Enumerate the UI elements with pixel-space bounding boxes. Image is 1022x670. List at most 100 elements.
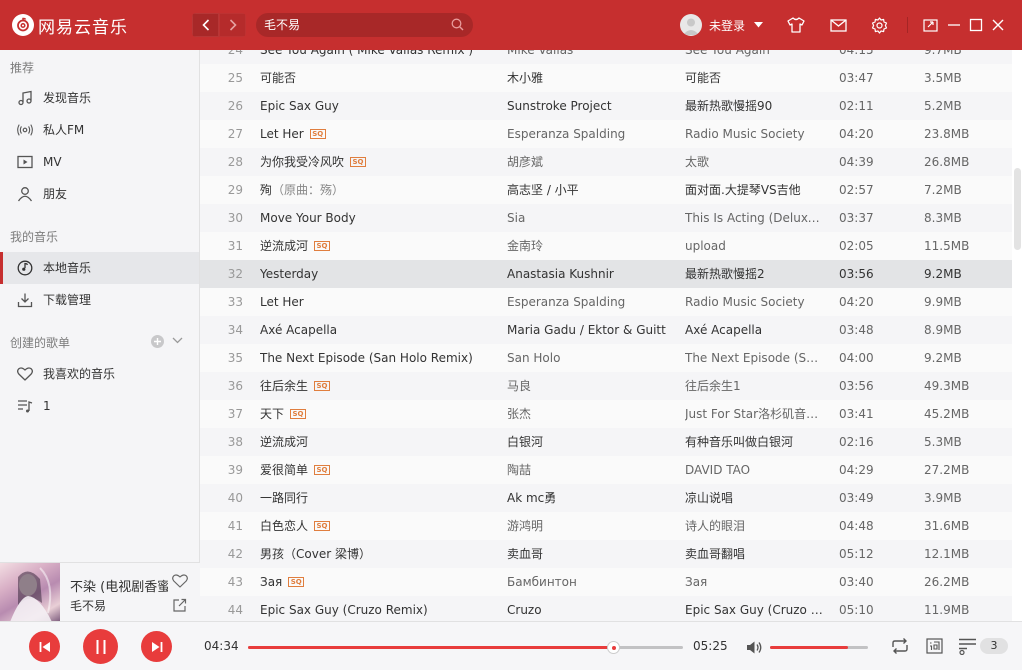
sidebar-item-local-music[interactable]: 本地音乐 bbox=[0, 252, 199, 284]
chevron-left-icon bbox=[201, 19, 209, 31]
playlist-queue-icon[interactable] bbox=[958, 636, 978, 656]
album-cover[interactable] bbox=[0, 563, 60, 622]
mini-mode-icon[interactable] bbox=[920, 15, 940, 35]
add-playlist-icon[interactable] bbox=[151, 335, 164, 348]
song-row[interactable]: 32 Yesterday Anastasia Kushnir 最新热歌慢摇2 03:56… bbox=[200, 260, 1012, 288]
song-title-cell: Move Your Body bbox=[260, 204, 500, 232]
song-title-cell: See You Again ( Mike Vallas Remix ) bbox=[260, 50, 500, 64]
song-title: Let Her bbox=[260, 295, 304, 309]
track-number: 43 bbox=[227, 575, 243, 589]
next-button[interactable] bbox=[141, 631, 172, 662]
song-row[interactable]: 28 为你我受冷风吹 SQ 胡彦斌 太歌 04:39 26.8MB bbox=[200, 148, 1012, 176]
song-row[interactable]: 41 白色恋人 SQ 游鸿明 诗人的眼泪 04:48 31.6MB bbox=[200, 512, 1012, 540]
share-icon[interactable] bbox=[173, 598, 187, 612]
song-file-size: 9.2MB bbox=[924, 351, 962, 365]
song-file-size: 11.9MB bbox=[924, 603, 970, 617]
song-title-note: （原曲：殇） bbox=[272, 183, 345, 197]
search-icon[interactable] bbox=[451, 18, 464, 34]
song-row[interactable]: 36 往后余生 SQ 马良 往后余生1 03:56 49.3MB bbox=[200, 372, 1012, 400]
close-icon[interactable] bbox=[988, 15, 1008, 35]
song-file-size: 12.1MB bbox=[924, 547, 970, 561]
song-duration: 04:39 bbox=[839, 155, 874, 169]
song-row[interactable]: 39 爱很简单 SQ 陶喆 DAVID TAO 04:29 27.2MB bbox=[200, 456, 1012, 484]
track-number: 32 bbox=[227, 267, 243, 281]
song-title-cell: 男孩（Cover 梁博） bbox=[260, 540, 500, 568]
login-status[interactable]: 未登录 bbox=[709, 17, 745, 34]
song-file-size: 27.2MB bbox=[924, 463, 970, 477]
sidebar-item-personal-fm[interactable]: 私人FM bbox=[0, 114, 199, 146]
song-artist: 卖血哥 bbox=[507, 547, 544, 561]
playlist-count-badge[interactable]: 3 bbox=[980, 638, 1008, 654]
forward-button[interactable] bbox=[219, 13, 246, 37]
heart-icon[interactable] bbox=[172, 574, 188, 588]
song-album: The Next Episode (San Holo Remix) bbox=[685, 351, 825, 365]
skin-shirt-icon[interactable] bbox=[786, 15, 806, 35]
maximize-icon[interactable] bbox=[966, 15, 986, 35]
radio-icon bbox=[17, 122, 33, 138]
local-music-icon bbox=[17, 260, 33, 276]
next-icon bbox=[151, 641, 162, 652]
back-button[interactable] bbox=[192, 13, 219, 37]
loop-mode-icon[interactable] bbox=[890, 636, 910, 656]
song-title: The Next Episode (San Holo Remix) bbox=[260, 351, 473, 365]
song-title-cell: The Next Episode (San Holo Remix) bbox=[260, 344, 500, 372]
sidebar-item-liked-music[interactable]: 我喜欢的音乐 bbox=[0, 358, 199, 390]
settings-gear-icon[interactable] bbox=[869, 15, 889, 35]
song-row[interactable]: 40 一路同行 Ak mc勇 凉山说唱 03:49 3.9MB bbox=[200, 484, 1012, 512]
minimize-icon[interactable] bbox=[944, 15, 964, 35]
song-row[interactable]: 42 男孩（Cover 梁博） 卖血哥 卖血哥翻唱 05:12 12.1MB bbox=[200, 540, 1012, 568]
song-title-cell: 殉（原曲：殇） bbox=[260, 176, 500, 204]
song-row[interactable]: 43 Зая SQ Бамбинтон Зая 03:40 26.2MB bbox=[200, 568, 1012, 596]
volume-slider[interactable] bbox=[770, 646, 868, 649]
chevron-down-icon[interactable] bbox=[172, 337, 183, 344]
volume-fill bbox=[770, 646, 849, 649]
volume-icon[interactable] bbox=[746, 637, 763, 657]
song-row[interactable]: 33 Let Her Esperanza Spalding Radio Music S… bbox=[200, 288, 1012, 316]
progress-bar[interactable] bbox=[248, 641, 683, 654]
app-logo[interactable]: 网易云音乐 bbox=[12, 12, 128, 38]
song-row[interactable]: 38 逆流成河 白银河 有种音乐叫做白银河 02:16 5.3MB bbox=[200, 428, 1012, 456]
lyrics-icon[interactable] bbox=[926, 636, 943, 656]
song-title: 殉 bbox=[260, 183, 273, 197]
sidebar-item-label: 本地音乐 bbox=[43, 261, 92, 275]
search-input[interactable] bbox=[264, 13, 444, 37]
sq-quality-badge: SQ bbox=[314, 240, 331, 251]
list-scrollbar[interactable] bbox=[1014, 168, 1021, 250]
song-row[interactable]: 26 Epic Sax Guy Sunstroke Project 最新热歌慢摇90 0… bbox=[200, 92, 1012, 120]
now-playing-artist[interactable]: 毛不易 bbox=[70, 597, 106, 614]
song-title: Epic Sax Guy bbox=[260, 99, 339, 113]
song-row[interactable]: 30 Move Your Body Sia This Is Acting (Delux… bbox=[200, 204, 1012, 232]
song-row[interactable]: 29 殉（原曲：殇） 高志坚 / 小平 面对面.大提琴VS吉他 02:57 7.2MB bbox=[200, 176, 1012, 204]
song-album: 最新热歌慢摇90 bbox=[685, 99, 773, 113]
track-number: 36 bbox=[227, 379, 243, 393]
song-album: Epic Sax Guy (Cruzo Remix) bbox=[685, 603, 825, 617]
song-row[interactable]: 24 See You Again ( Mike Vallas Remix ) Mik… bbox=[200, 50, 1012, 64]
sidebar-item-mv[interactable]: MV bbox=[0, 146, 199, 178]
caret-down-icon[interactable] bbox=[754, 22, 764, 28]
track-number: 41 bbox=[227, 519, 243, 533]
song-artist: Cruzo bbox=[507, 603, 542, 617]
sidebar-item-discover-music[interactable]: 发现音乐 bbox=[0, 82, 199, 114]
song-row[interactable]: 25 可能否 木小雅 可能否 03:47 3.5MB bbox=[200, 64, 1012, 92]
song-row[interactable]: 37 天下 SQ 张杰 Just For Star洛杉矶音乐会 03:41 45.2MB bbox=[200, 400, 1012, 428]
progress-knob[interactable] bbox=[607, 641, 621, 654]
song-row[interactable]: 27 Let Her SQ Esperanza Spalding Radio Music… bbox=[200, 120, 1012, 148]
song-row[interactable]: 34 Axé Acapella Maria Gadu / Ektor & Guitt… bbox=[200, 316, 1012, 344]
song-duration: 03:37 bbox=[839, 211, 874, 225]
track-number: 31 bbox=[227, 239, 243, 253]
sidebar-item-friends[interactable]: 朋友 bbox=[0, 178, 199, 210]
previous-button[interactable] bbox=[29, 631, 60, 662]
avatar[interactable] bbox=[680, 14, 702, 36]
pause-button[interactable] bbox=[83, 629, 118, 664]
sidebar-item-download-manager[interactable]: 下载管理 bbox=[0, 284, 199, 316]
user-menu[interactable]: 未登录 bbox=[680, 13, 764, 37]
sidebar-item-playlist-1[interactable]: 1 bbox=[0, 390, 199, 422]
song-row[interactable]: 31 逆流成河 SQ 金南玲 upload 02:05 11.5MB bbox=[200, 232, 1012, 260]
song-row[interactable]: 44 Epic Sax Guy (Cruzo Remix) Cruzo Epic Sa… bbox=[200, 596, 1012, 621]
song-duration: 05:12 bbox=[839, 547, 874, 561]
mail-icon[interactable] bbox=[828, 15, 848, 35]
song-row[interactable]: 35 The Next Episode (San Holo Remix) San H… bbox=[200, 344, 1012, 372]
song-duration: 02:05 bbox=[839, 239, 874, 253]
now-playing-title[interactable]: 不染 (电视剧香蜜沉沉烬如霜主题曲) bbox=[70, 576, 168, 595]
sidebar-item-label: 下载管理 bbox=[43, 293, 92, 307]
